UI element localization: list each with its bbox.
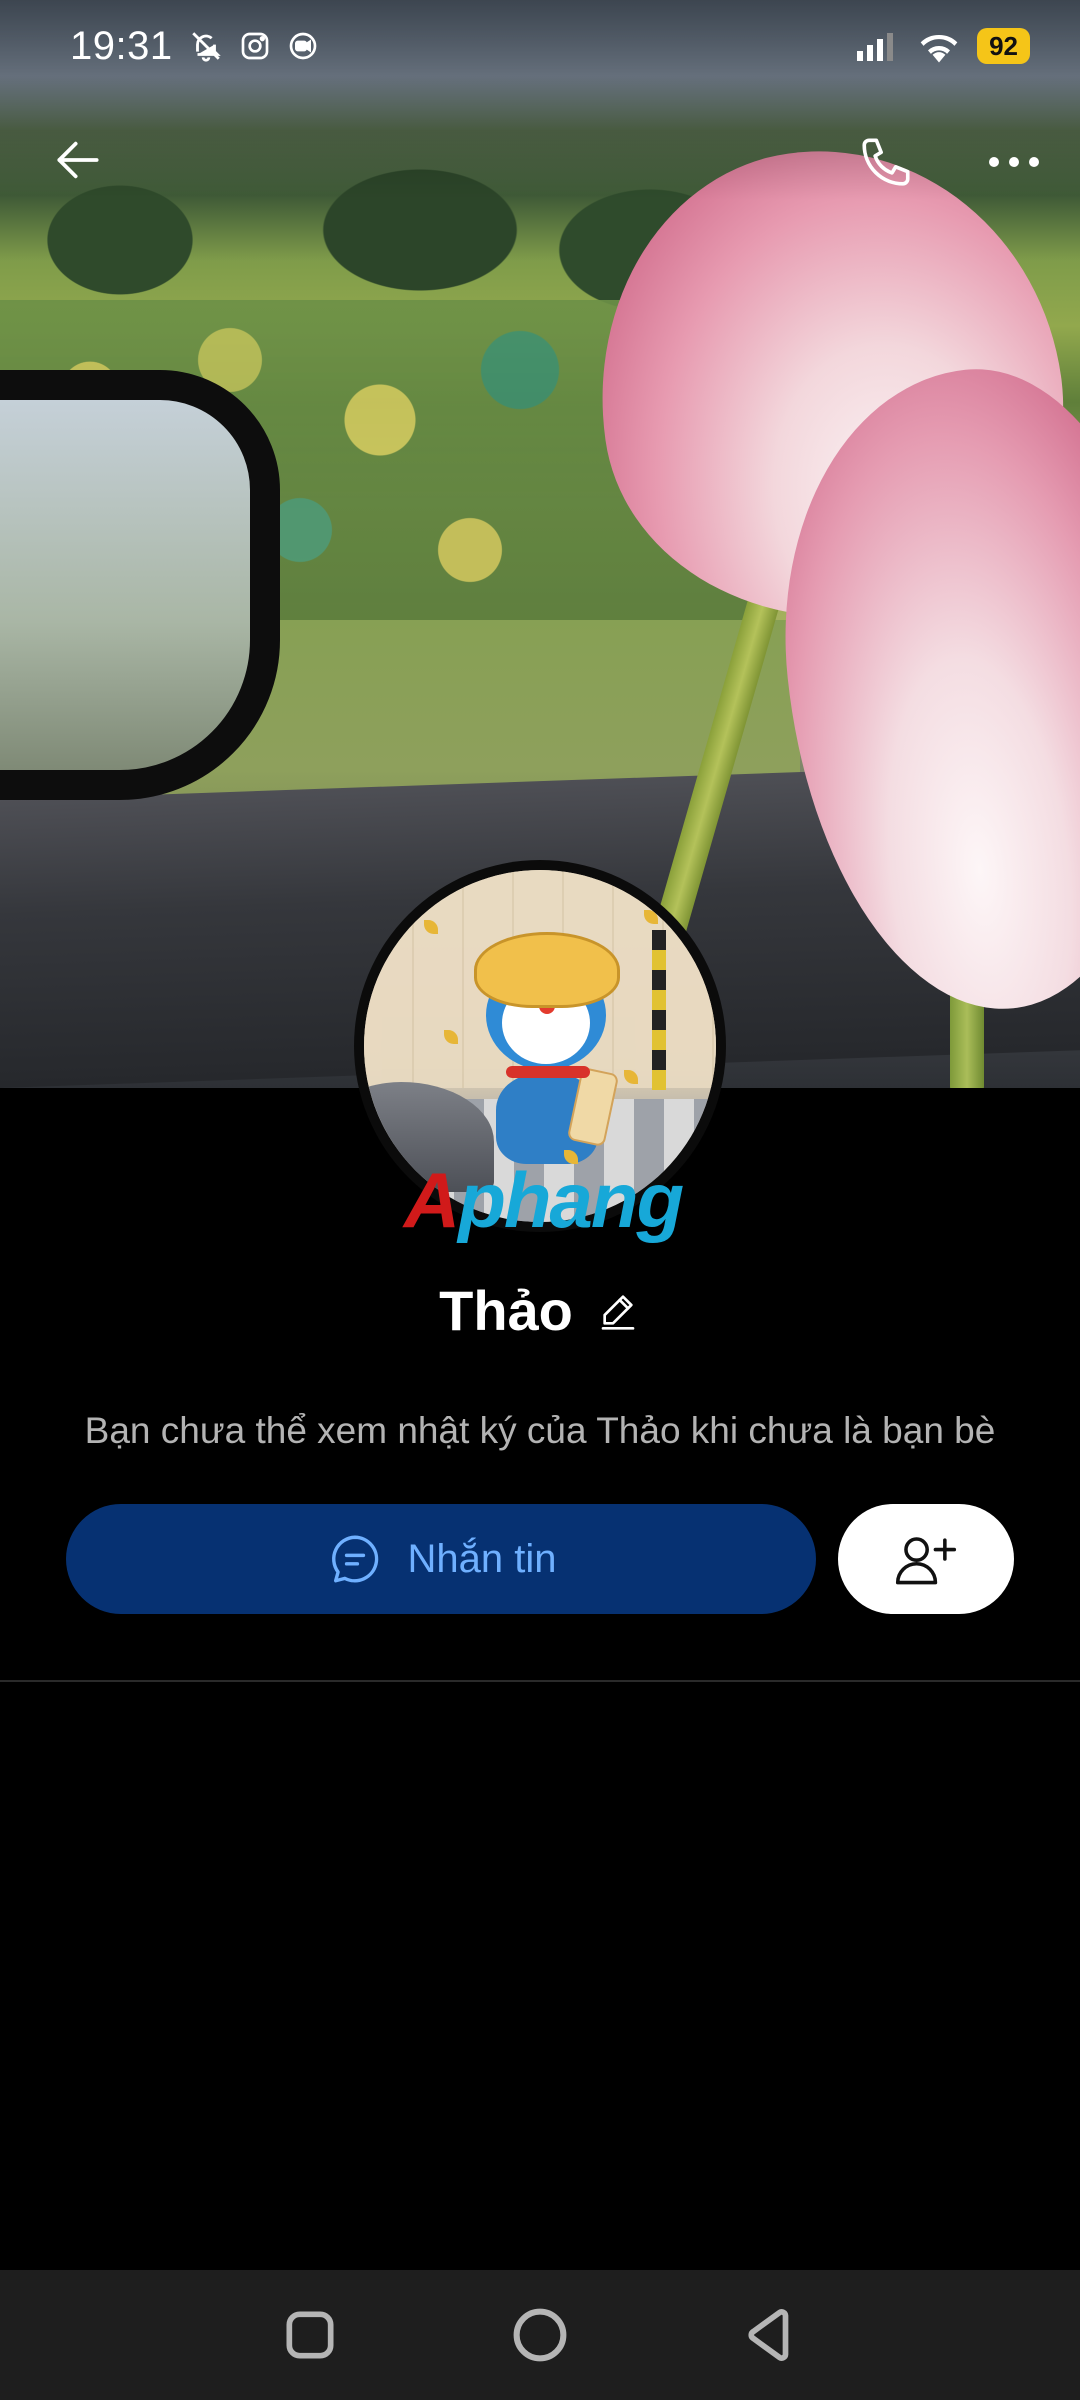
back-button[interactable] (42, 124, 114, 196)
instagram-icon (239, 30, 271, 62)
watermark-rest: phang (458, 1156, 684, 1244)
bell-mute-icon (189, 29, 223, 63)
message-button-label: Nhắn tin (407, 1536, 557, 1581)
home-icon (513, 2308, 567, 2362)
pencil-icon (601, 1295, 635, 1330)
home-button[interactable] (495, 2290, 585, 2380)
battery-icon: 92 (977, 28, 1030, 64)
status-bar: 19:31 92 (0, 0, 1080, 92)
back-arrow-icon (57, 141, 99, 179)
back-icon (748, 2309, 789, 2361)
status-right: 92 (857, 28, 1030, 64)
call-button[interactable] (846, 122, 926, 202)
name-row: Thảo (0, 1270, 1080, 1350)
screen-record-icon (287, 30, 319, 62)
divider (0, 1680, 1080, 1682)
watermark-first-letter: A (403, 1156, 460, 1244)
more-icon (989, 157, 1039, 167)
chat-bubble-icon (331, 1535, 378, 1583)
system-back-button[interactable] (725, 2290, 815, 2380)
avatar-pole (652, 930, 666, 1090)
privacy-note: Bạn chưa thể xem nhật ký của Thảo khi ch… (84, 1410, 996, 1451)
watermark-logo: Aphang (378, 1160, 708, 1240)
phone-icon (862, 138, 910, 186)
profile-name: Thảo (439, 1278, 573, 1342)
avatar-character-hat (474, 932, 620, 1008)
message-button[interactable]: Nhắn tin (66, 1504, 816, 1614)
system-nav-bar (0, 2270, 1080, 2400)
add-user-icon (895, 1537, 957, 1585)
avatar-character-collar (506, 1066, 590, 1078)
status-time: 19:31 (70, 23, 173, 68)
cover-mirror (0, 370, 280, 800)
recents-icon (286, 2311, 334, 2359)
signal-icon (857, 31, 901, 61)
more-button[interactable] (974, 122, 1054, 202)
recents-button[interactable] (265, 2290, 355, 2380)
edit-name-button[interactable] (595, 1287, 641, 1333)
wifi-icon (917, 29, 961, 63)
status-left: 19:31 (70, 24, 319, 69)
add-friend-button[interactable] (838, 1504, 1014, 1614)
